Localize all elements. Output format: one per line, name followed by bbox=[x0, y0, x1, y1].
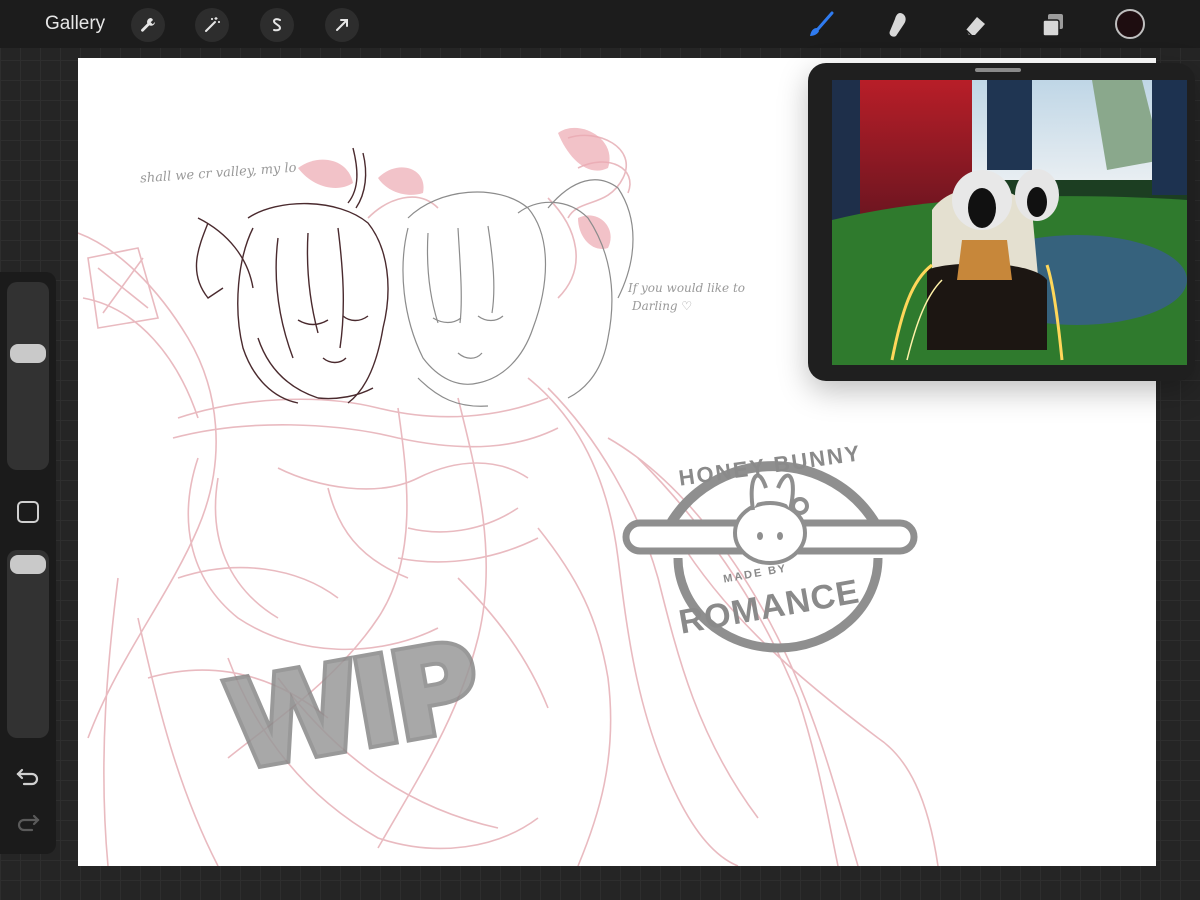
redo-icon[interactable] bbox=[14, 810, 42, 834]
sketch-note-right-line1: If you would like to bbox=[628, 281, 746, 295]
layers-icon bbox=[1042, 14, 1063, 37]
layers-button[interactable] bbox=[1036, 8, 1070, 42]
wrench-icon bbox=[141, 18, 155, 32]
opacity-knob[interactable] bbox=[10, 555, 46, 574]
gallery-button[interactable]: Gallery bbox=[45, 13, 105, 35]
transform-arrow-icon bbox=[336, 19, 348, 31]
brush-button[interactable] bbox=[804, 8, 838, 42]
undo-icon[interactable] bbox=[14, 764, 42, 788]
eraser-icon bbox=[965, 17, 985, 37]
smudge-button[interactable] bbox=[880, 8, 914, 42]
color-picker-button[interactable] bbox=[1115, 9, 1145, 39]
brush-size-knob[interactable] bbox=[10, 344, 46, 363]
brush-icon bbox=[810, 11, 834, 36]
eraser-button[interactable] bbox=[958, 8, 992, 42]
sketch-note-right: If you would like to Darling ♡ bbox=[628, 279, 745, 315]
reference-image bbox=[832, 80, 1187, 365]
top-toolbar: Gallery bbox=[0, 0, 1200, 48]
smudge-icon bbox=[889, 13, 906, 37]
brush-size-slider[interactable] bbox=[7, 282, 49, 470]
transform-button[interactable] bbox=[325, 8, 359, 42]
modify-button[interactable] bbox=[17, 501, 39, 523]
magic-wand-icon bbox=[205, 17, 220, 32]
selection-s-icon bbox=[272, 18, 282, 32]
opacity-slider[interactable] bbox=[7, 550, 49, 738]
selection-button[interactable] bbox=[260, 8, 294, 42]
adjustments-button[interactable] bbox=[195, 8, 229, 42]
sketch-note-right-line2: Darling ♡ bbox=[632, 299, 693, 313]
left-sidebar bbox=[0, 272, 56, 854]
reference-drag-handle[interactable] bbox=[975, 68, 1021, 72]
reference-window[interactable] bbox=[808, 63, 1195, 381]
actions-button[interactable] bbox=[131, 8, 165, 42]
